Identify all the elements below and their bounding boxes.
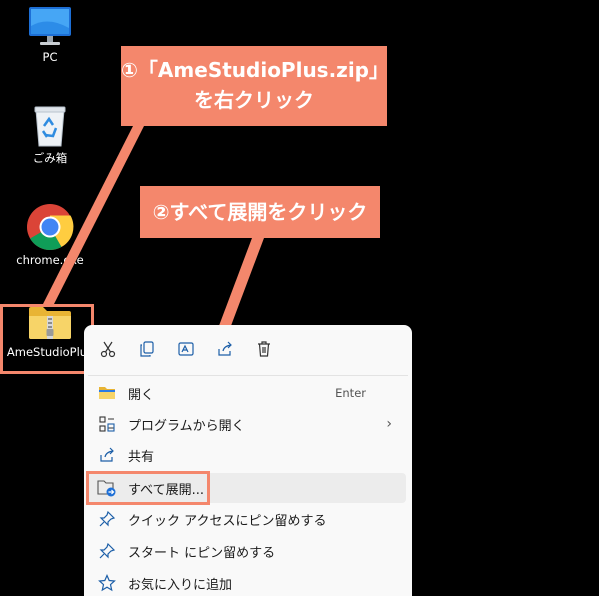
chrome-icon xyxy=(27,204,74,250)
recycle-bin-icon xyxy=(34,106,66,147)
menu-item-open-with[interactable]: プログラムから開く › xyxy=(88,409,406,439)
desktop-icon-label: chrome.exe xyxy=(16,253,84,267)
delete-icon[interactable] xyxy=(252,337,276,361)
desktop-icon-recycle-bin[interactable]: ごみ箱 xyxy=(0,104,100,166)
menu-item-label: お気に入りに追加 xyxy=(128,577,233,593)
desktop-icon-label: ごみ箱 xyxy=(32,151,68,165)
desktop-icon-chrome[interactable]: chrome.exe xyxy=(0,203,100,267)
callout-step-1-line-2: を右クリック xyxy=(194,88,314,112)
open-with-icon xyxy=(96,413,118,435)
share-icon xyxy=(96,444,118,466)
menu-item-label: スタート にピン留めする xyxy=(128,545,276,561)
chevron-right-icon: › xyxy=(386,416,392,432)
share-icon[interactable] xyxy=(213,337,237,361)
pin-icon xyxy=(96,540,118,562)
rename-icon[interactable] xyxy=(174,337,198,361)
folder-open-icon xyxy=(96,382,118,404)
context-menu: 開く Enter プログラムから開く › 共有 すべて展開... クイック アク… xyxy=(84,325,412,596)
menu-item-add-favorites[interactable]: お気に入りに追加 xyxy=(88,568,406,596)
pin-icon xyxy=(96,508,118,530)
desktop-icon-label: PC xyxy=(42,50,58,64)
menu-item-label: すべて展開... xyxy=(128,482,204,498)
menu-item-label: クイック アクセスにピン留めする xyxy=(128,513,327,529)
star-icon xyxy=(96,572,118,594)
highlight-frame-zip xyxy=(0,304,94,374)
menu-item-share[interactable]: 共有 xyxy=(88,440,406,470)
monitor-icon xyxy=(29,7,71,45)
menu-item-label: 共有 xyxy=(128,449,155,465)
menu-item-pin-quick-access[interactable]: クイック アクセスにピン留めする xyxy=(88,504,406,534)
callout-step-2: ②すべて展開をクリック xyxy=(140,186,380,238)
copy-icon[interactable] xyxy=(135,337,159,361)
callout-step-1-line-1: ①「AmeStudioPlus.zip」 xyxy=(121,58,389,82)
menu-item-label: 開く xyxy=(128,387,155,403)
extract-all-icon xyxy=(96,477,118,499)
desktop-icon-pc[interactable]: PC xyxy=(0,6,100,64)
desktop: PC ごみ箱 chrome.exe AmeStudioPlus ①「AmeStu… xyxy=(0,0,599,596)
menu-separator xyxy=(88,375,408,376)
menu-item-open[interactable]: 開く Enter xyxy=(88,378,406,408)
menu-item-shortcut: Enter xyxy=(335,386,366,400)
callout-step-1: ①「AmeStudioPlus.zip」 を右クリック xyxy=(121,46,389,126)
menu-item-label: プログラムから開く xyxy=(128,418,245,434)
cut-icon[interactable] xyxy=(96,337,120,361)
menu-item-extract-all[interactable]: すべて展開... xyxy=(88,473,406,503)
menu-item-pin-start[interactable]: スタート にピン留めする xyxy=(88,536,406,566)
